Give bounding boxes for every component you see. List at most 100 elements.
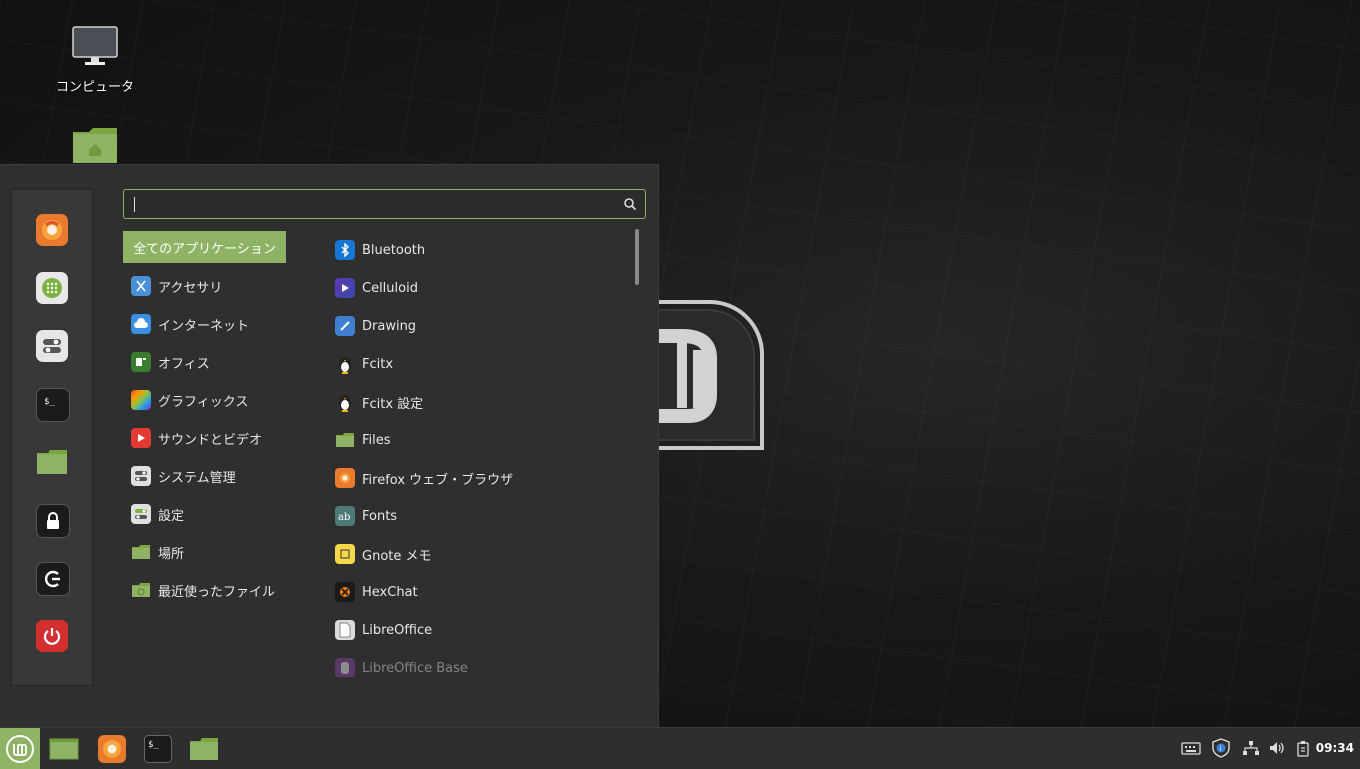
firefox-icon [42,220,62,240]
search-icon[interactable] [623,197,637,211]
files-icon [37,450,67,474]
favorite-system-settings[interactable] [36,330,68,362]
category-label: オフィス [158,356,210,372]
favorite-lock-screen[interactable] [36,504,70,538]
category-label: アクセサリ [158,280,223,296]
category-label: システム管理 [158,470,236,486]
administration-icon [131,466,151,486]
keyboard-icon[interactable] [1181,740,1201,756]
app-bluetooth[interactable]: Bluetooth [327,231,627,269]
preferences-icon [131,504,151,524]
firefox-icon [335,468,355,488]
database-icon [335,658,355,677]
app-label: Gnote メモ [362,548,432,564]
menu-search-box[interactable] [123,189,646,219]
libreoffice-icon [335,620,355,640]
power-icon [43,628,61,645]
app-libreoffice-base[interactable]: LibreOffice Base [327,649,627,677]
graphics-icon [131,390,151,410]
places-folder-icon [131,542,151,562]
app-label: Fcitx [362,356,394,372]
category-sound-and-video[interactable]: サウンドとビデオ [123,419,303,457]
bluetooth-icon [335,240,355,260]
app-label: Firefox ウェブ・ブラウザ [362,472,514,488]
files-folder-icon [335,430,355,450]
desktop-icon-computer[interactable]: コンピュータ [45,26,145,95]
fonts-icon: ab [335,506,355,526]
logout-icon [44,570,60,588]
category-label: インターネット [158,318,250,334]
category-all-applications[interactable]: 全てのアプリケーション [123,231,286,263]
category-recent-files[interactable]: 最近使ったファイル [123,571,303,609]
text-cursor [134,197,135,212]
category-accessories[interactable]: アクセサリ [123,267,303,305]
favorites-sidebar: $_ [11,189,93,686]
app-drawing[interactable]: Drawing [327,307,627,345]
accessories-icon [131,276,151,296]
terminal-icon: $_ [44,397,55,407]
recent-files-icon [131,580,151,600]
lock-screen-icon [47,512,59,529]
clock[interactable]: 09:34 [1316,741,1354,755]
app-label: HexChat [362,584,418,600]
hexchat-icon [335,582,355,602]
app-firefox[interactable]: Firefox ウェブ・ブラウザ [327,459,627,497]
network-icon[interactable] [1242,740,1260,756]
app-label: Bluetooth [362,242,426,258]
app-list-scrollbar[interactable] [635,229,639,285]
files-icon [190,738,218,760]
favorite-logout[interactable] [36,562,70,596]
category-label: 全てのアプリケーション [133,241,276,257]
app-gnote[interactable]: Gnote メモ [327,535,627,573]
desktop-icon-home[interactable] [45,126,145,168]
internet-icon [131,314,151,334]
taskbar-files[interactable] [188,734,220,764]
app-files[interactable]: Files [327,421,627,459]
favorite-power[interactable] [36,620,68,652]
category-internet[interactable]: インターネット [123,305,303,343]
category-places[interactable]: 場所 [123,533,303,571]
app-label: Files [362,432,391,448]
category-preferences[interactable]: 設定 [123,495,303,533]
volume-icon[interactable] [1268,740,1286,756]
category-list: 全てのアプリケーション アクセサリ インターネット オフィス グラフィックス サ… [123,231,303,609]
app-label: Fcitx 設定 [362,396,424,412]
category-label: 設定 [158,508,185,524]
terminal-icon: $_ [144,735,172,763]
update-manager-shield-icon[interactable]: i [1211,738,1231,758]
category-label: 場所 [158,546,185,562]
app-fcitx-settings[interactable]: Fcitx 設定 [327,383,627,421]
application-menu: $_ 全てのアプリケーション アクセサリ インターネット オフィス グラフィック… [0,164,659,728]
clipboard-icon[interactable] [1296,740,1312,758]
favorite-terminal[interactable]: $_ [36,388,70,422]
note-icon [335,544,355,564]
app-fonts[interactable]: ab Fonts [327,497,627,535]
app-celluloid[interactable]: Celluloid [327,269,627,307]
category-office[interactable]: オフィス [123,343,303,381]
taskbar-show-desktop[interactable] [48,734,80,764]
computer-icon [72,26,118,65]
taskbar-terminal[interactable]: $_ [142,734,174,764]
search-input[interactable] [132,194,616,216]
svg-text:$_: $_ [148,740,159,750]
svg-text:ab: ab [338,512,350,523]
favorite-files[interactable] [36,446,68,478]
software-manager-icon [42,278,62,298]
app-fcitx[interactable]: Fcitx [327,345,627,383]
system-settings-icon [43,339,61,353]
app-hexchat[interactable]: HexChat [327,573,627,611]
application-list: Bluetooth Celluloid Drawing Fcitx Fcitx … [327,231,627,677]
category-administration[interactable]: システム管理 [123,457,303,495]
show-desktop-icon [49,738,79,760]
category-label: グラフィックス [158,394,249,410]
taskbar-firefox[interactable] [96,734,128,764]
app-libreoffice[interactable]: LibreOffice [327,611,627,649]
penguin-icon [335,354,355,374]
menu-button[interactable] [0,728,40,769]
favorite-firefox[interactable] [36,214,68,246]
desktop-icon-label: コンピュータ [55,80,134,95]
category-graphics[interactable]: グラフィックス [123,381,303,419]
app-label: Fonts [362,508,398,524]
favorite-software-manager[interactable] [36,272,68,304]
office-icon [131,352,151,372]
